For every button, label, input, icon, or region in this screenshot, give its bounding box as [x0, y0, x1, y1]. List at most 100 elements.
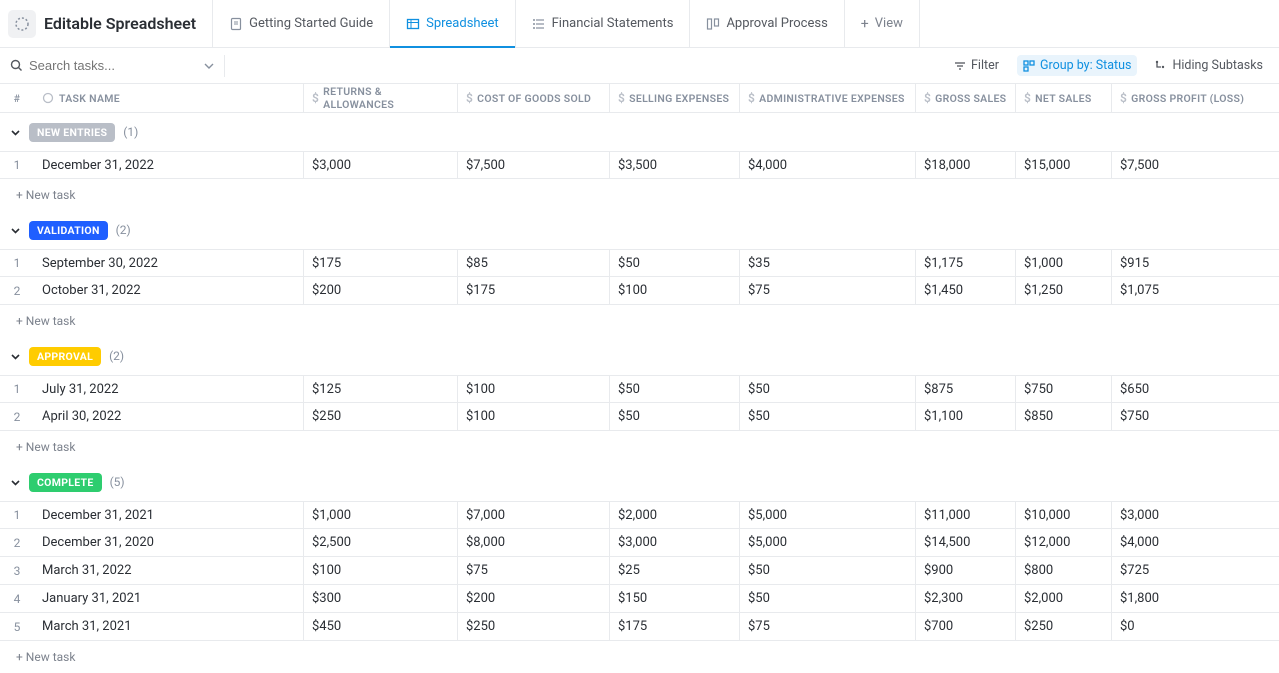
cell-gross-sales[interactable]: $875 [916, 376, 1016, 402]
cell-net-sales[interactable]: $750 [1016, 376, 1112, 402]
cell-admin[interactable]: $5,000 [740, 502, 916, 528]
cell-net-sales[interactable]: $800 [1016, 557, 1112, 584]
table-row[interactable]: 1 September 30, 2022 $175 $85 $50 $35 $1… [0, 249, 1279, 277]
cell-task-name[interactable]: September 30, 2022 [34, 250, 304, 276]
cell-gross-profit[interactable]: $1,800 [1112, 585, 1260, 612]
chevron-down-icon[interactable] [204, 61, 214, 71]
cell-net-sales[interactable]: $1,000 [1016, 250, 1112, 276]
table-row[interactable]: 5 March 31, 2021 $450 $250 $175 $75 $700… [0, 613, 1279, 641]
status-pill[interactable]: APPROVAL [29, 347, 101, 366]
cell-returns[interactable]: $1,000 [304, 502, 458, 528]
cell-selling[interactable]: $100 [610, 277, 740, 304]
tab-getting-started[interactable]: Getting Started Guide [212, 0, 389, 47]
new-task-button[interactable]: + New task [0, 641, 1279, 673]
cell-cogs[interactable]: $8,000 [458, 529, 610, 556]
cell-cogs[interactable]: $75 [458, 557, 610, 584]
cell-admin[interactable]: $75 [740, 613, 916, 640]
cell-cogs[interactable]: $7,000 [458, 502, 610, 528]
cell-gross-profit[interactable]: $915 [1112, 250, 1260, 276]
cell-net-sales[interactable]: $12,000 [1016, 529, 1112, 556]
cell-task-name[interactable]: March 31, 2021 [34, 613, 304, 640]
cell-cogs[interactable]: $85 [458, 250, 610, 276]
chevron-down-icon[interactable] [10, 225, 21, 236]
cell-task-name[interactable]: December 31, 2021 [34, 502, 304, 528]
chevron-down-icon[interactable] [10, 477, 21, 488]
cell-selling[interactable]: $175 [610, 613, 740, 640]
cell-admin[interactable]: $50 [740, 557, 916, 584]
column-admin[interactable]: $ADMINISTRATIVE EXPENSES [740, 84, 916, 112]
cell-cogs[interactable]: $7,500 [458, 152, 610, 178]
cell-gross-profit[interactable]: $3,000 [1112, 502, 1260, 528]
cell-returns[interactable]: $3,000 [304, 152, 458, 178]
column-gross-profit[interactable]: $GROSS PROFIT (LOSS) [1112, 84, 1260, 112]
cell-returns[interactable]: $2,500 [304, 529, 458, 556]
column-gross-sales[interactable]: $GROSS SALES [916, 84, 1016, 112]
cell-admin[interactable]: $5,000 [740, 529, 916, 556]
cell-gross-sales[interactable]: $11,000 [916, 502, 1016, 528]
table-row[interactable]: 1 December 31, 2021 $1,000 $7,000 $2,000… [0, 501, 1279, 529]
cell-task-name[interactable]: December 31, 2022 [34, 152, 304, 178]
cell-task-name[interactable]: October 31, 2022 [34, 277, 304, 304]
cell-gross-profit[interactable]: $4,000 [1112, 529, 1260, 556]
cell-admin[interactable]: $50 [740, 376, 916, 402]
cell-selling[interactable]: $50 [610, 250, 740, 276]
cell-selling[interactable]: $50 [610, 403, 740, 430]
column-hash[interactable]: # [0, 92, 34, 105]
cell-gross-sales[interactable]: $1,450 [916, 277, 1016, 304]
cell-gross-sales[interactable]: $2,300 [916, 585, 1016, 612]
table-row[interactable]: 2 October 31, 2022 $200 $175 $100 $75 $1… [0, 277, 1279, 305]
search-input[interactable] [29, 58, 179, 73]
cell-admin[interactable]: $75 [740, 277, 916, 304]
chevron-down-icon[interactable] [10, 127, 21, 138]
chevron-down-icon[interactable] [10, 351, 21, 362]
tab-approval-process[interactable]: Approval Process [689, 0, 843, 47]
cell-cogs[interactable]: $100 [458, 403, 610, 430]
cell-returns[interactable]: $125 [304, 376, 458, 402]
cell-returns[interactable]: $100 [304, 557, 458, 584]
table-row[interactable]: 2 April 30, 2022 $250 $100 $50 $50 $1,10… [0, 403, 1279, 431]
tab-financial-statements[interactable]: Financial Statements [515, 0, 690, 47]
cell-gross-sales[interactable]: $18,000 [916, 152, 1016, 178]
status-pill[interactable]: COMPLETE [29, 473, 102, 492]
column-selling[interactable]: $SELLING EXPENSES [610, 84, 740, 112]
column-task-name[interactable]: TASK NAME [34, 84, 304, 112]
cell-returns[interactable]: $175 [304, 250, 458, 276]
add-view-button[interactable]: + View [844, 0, 920, 47]
cell-gross-profit[interactable]: $0 [1112, 613, 1260, 640]
cell-cogs[interactable]: $100 [458, 376, 610, 402]
cell-task-name[interactable]: March 31, 2022 [34, 557, 304, 584]
cell-gross-sales[interactable]: $1,100 [916, 403, 1016, 430]
table-row[interactable]: 1 December 31, 2022 $3,000 $7,500 $3,500… [0, 151, 1279, 179]
status-pill[interactable]: NEW ENTRIES [29, 123, 115, 142]
cell-cogs[interactable]: $200 [458, 585, 610, 612]
cell-admin[interactable]: $4,000 [740, 152, 916, 178]
group-header[interactable]: VALIDATION (2) [0, 211, 1279, 249]
table-row[interactable]: 3 March 31, 2022 $100 $75 $25 $50 $900 $… [0, 557, 1279, 585]
group-header[interactable]: COMPLETE (5) [0, 463, 1279, 501]
new-task-button[interactable]: + New task [0, 179, 1279, 211]
cell-task-name[interactable]: July 31, 2022 [34, 376, 304, 402]
cell-selling[interactable]: $3,000 [610, 529, 740, 556]
cell-admin[interactable]: $35 [740, 250, 916, 276]
table-row[interactable]: 2 December 31, 2020 $2,500 $8,000 $3,000… [0, 529, 1279, 557]
column-cogs[interactable]: $COST OF GOODS SOLD [458, 84, 610, 112]
table-row[interactable]: 1 July 31, 2022 $125 $100 $50 $50 $875 $… [0, 375, 1279, 403]
new-task-button[interactable]: + New task [0, 305, 1279, 337]
cell-admin[interactable]: $50 [740, 403, 916, 430]
cell-admin[interactable]: $50 [740, 585, 916, 612]
cell-task-name[interactable]: December 31, 2020 [34, 529, 304, 556]
group-header[interactable]: APPROVAL (2) [0, 337, 1279, 375]
filter-button[interactable]: Filter [948, 55, 1005, 76]
cell-cogs[interactable]: $175 [458, 277, 610, 304]
cell-returns[interactable]: $250 [304, 403, 458, 430]
table-row[interactable]: 4 January 31, 2021 $300 $200 $150 $50 $2… [0, 585, 1279, 613]
cell-task-name[interactable]: January 31, 2021 [34, 585, 304, 612]
cell-gross-profit[interactable]: $650 [1112, 376, 1260, 402]
cell-net-sales[interactable]: $850 [1016, 403, 1112, 430]
column-returns[interactable]: $RETURNS & ALLOWANCES [304, 84, 458, 112]
cell-net-sales[interactable]: $2,000 [1016, 585, 1112, 612]
cell-selling[interactable]: $50 [610, 376, 740, 402]
cell-net-sales[interactable]: $10,000 [1016, 502, 1112, 528]
cell-selling[interactable]: $2,000 [610, 502, 740, 528]
cell-gross-sales[interactable]: $14,500 [916, 529, 1016, 556]
